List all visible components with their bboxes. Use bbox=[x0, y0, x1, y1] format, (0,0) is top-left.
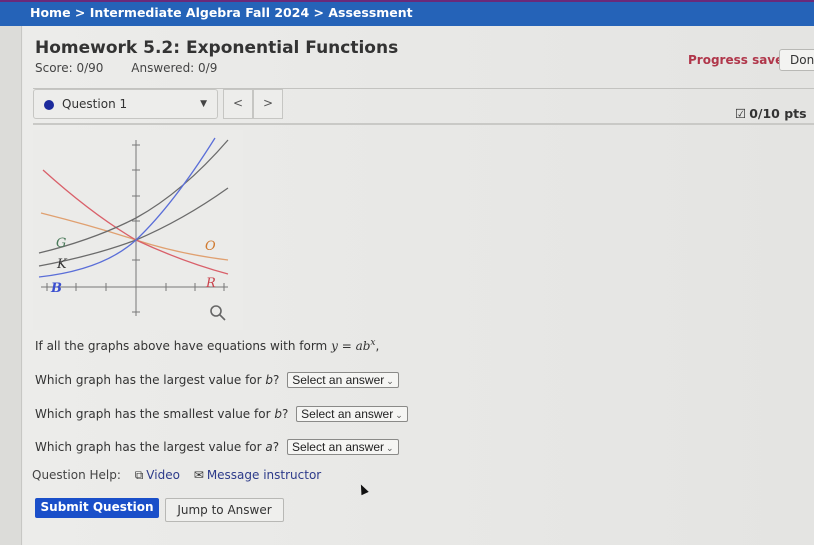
jump-to-answer-button[interactable]: Jump to Answer bbox=[165, 498, 284, 522]
answer-select-1[interactable]: Select an answer ⌄ bbox=[287, 372, 399, 388]
graph-svg: G K B O R bbox=[38, 137, 229, 321]
question-select[interactable]: Question 1 ▼ bbox=[33, 89, 218, 119]
question-var: a bbox=[265, 440, 273, 454]
question-item: Which graph has the smallest value for b… bbox=[35, 406, 408, 422]
curve-o bbox=[40, 212, 229, 261]
caret-down-icon: ▼ bbox=[200, 99, 207, 109]
formula-y: y bbox=[331, 339, 338, 353]
progress-status: Progress saved bbox=[688, 53, 792, 67]
video-icon: ⧉ bbox=[134, 468, 144, 482]
breadcrumb-assessment: Assessment bbox=[328, 5, 413, 20]
question-intro: If all the graphs above have equations w… bbox=[35, 337, 379, 353]
points-text: 0/10 pts bbox=[749, 106, 807, 121]
answer-select-label: Select an answer bbox=[291, 440, 385, 454]
question-end: ? bbox=[273, 373, 280, 387]
main-content: Homework 5.2: Exponential Functions Scor… bbox=[23, 26, 814, 545]
label-b: B bbox=[50, 281, 62, 296]
question-item-text: Which graph has the largest value for bbox=[35, 440, 266, 454]
question-item-text: Which graph has the largest value for bbox=[35, 373, 266, 387]
message-link-label: Message instructor bbox=[206, 468, 322, 482]
question-end: ? bbox=[281, 407, 289, 421]
question-item-text: Which graph has the smallest value for bbox=[35, 407, 275, 421]
question-end: ? bbox=[272, 440, 280, 454]
question-var: b bbox=[274, 407, 282, 421]
done-button[interactable]: Done bbox=[779, 49, 814, 71]
answer-select-label: Select an answer bbox=[301, 407, 394, 421]
label-o: O bbox=[205, 239, 216, 254]
points-display: ☑0/10 pts ↺2 bbox=[735, 106, 814, 121]
curve-k bbox=[38, 187, 229, 267]
question-var: b bbox=[265, 373, 274, 387]
next-question-button[interactable]: > bbox=[253, 89, 283, 119]
formula-eq: = bbox=[341, 339, 352, 353]
status-dot bbox=[44, 100, 54, 110]
answer-select-3[interactable]: Select an answer ⌄ bbox=[286, 439, 399, 455]
score-text: Score: 0/90 bbox=[35, 61, 104, 75]
magnifier-icon[interactable] bbox=[210, 305, 226, 321]
breadcrumb-course[interactable]: Intermediate Algebra Fall 2024 bbox=[90, 5, 309, 20]
formula-end: , bbox=[375, 339, 380, 353]
question-help-label: Question Help: bbox=[32, 468, 121, 482]
breadcrumb: Home > Intermediate Algebra Fall 2024 > … bbox=[0, 0, 814, 26]
question-item: Which graph has the largest value for a?… bbox=[35, 439, 399, 455]
divider bbox=[33, 123, 814, 125]
chevron-down-icon: ⌄ bbox=[386, 376, 394, 386]
score-line: Score: 0/90 Answered: 0/9 bbox=[35, 61, 241, 75]
question-item: Which graph has the largest value for b?… bbox=[35, 372, 399, 388]
breadcrumb-separator: > bbox=[74, 5, 86, 20]
left-sidebar bbox=[0, 26, 22, 545]
chevron-down-icon: ⌄ bbox=[386, 443, 394, 453]
formula-ab: ab bbox=[355, 339, 371, 353]
envelope-icon: ✉ bbox=[193, 468, 204, 482]
message-instructor-link[interactable]: ✉ Message instructor bbox=[194, 468, 321, 482]
label-g: G bbox=[56, 236, 66, 251]
video-link[interactable]: ⧉ Video bbox=[135, 468, 180, 482]
question-intro-text: If all the graphs above have equations w… bbox=[35, 339, 328, 353]
breadcrumb-home[interactable]: Home bbox=[30, 5, 71, 20]
chevron-down-icon: ⌄ bbox=[395, 410, 403, 420]
mouse-cursor bbox=[357, 482, 369, 496]
label-r: R bbox=[205, 276, 216, 291]
checkbox-edit-icon: ☑ bbox=[735, 106, 747, 121]
submit-question-button[interactable]: Submit Question bbox=[35, 498, 159, 518]
breadcrumb-separator: > bbox=[313, 5, 324, 20]
page-title: Homework 5.2: Exponential Functions bbox=[35, 38, 399, 58]
exponential-graph: G K B O R bbox=[33, 130, 243, 330]
prev-question-button[interactable]: < bbox=[223, 89, 253, 119]
answer-select-2[interactable]: Select an answer ⌄ bbox=[296, 406, 408, 422]
question-help: Question Help: ⧉ Video ✉ Message instructo… bbox=[32, 468, 321, 483]
question-select-label: Question 1 bbox=[62, 97, 128, 111]
answered-text: Answered: 0/9 bbox=[131, 61, 218, 75]
answer-select-label: Select an answer bbox=[292, 373, 385, 387]
video-link-label: Video bbox=[146, 468, 180, 482]
label-k: K bbox=[56, 257, 68, 272]
